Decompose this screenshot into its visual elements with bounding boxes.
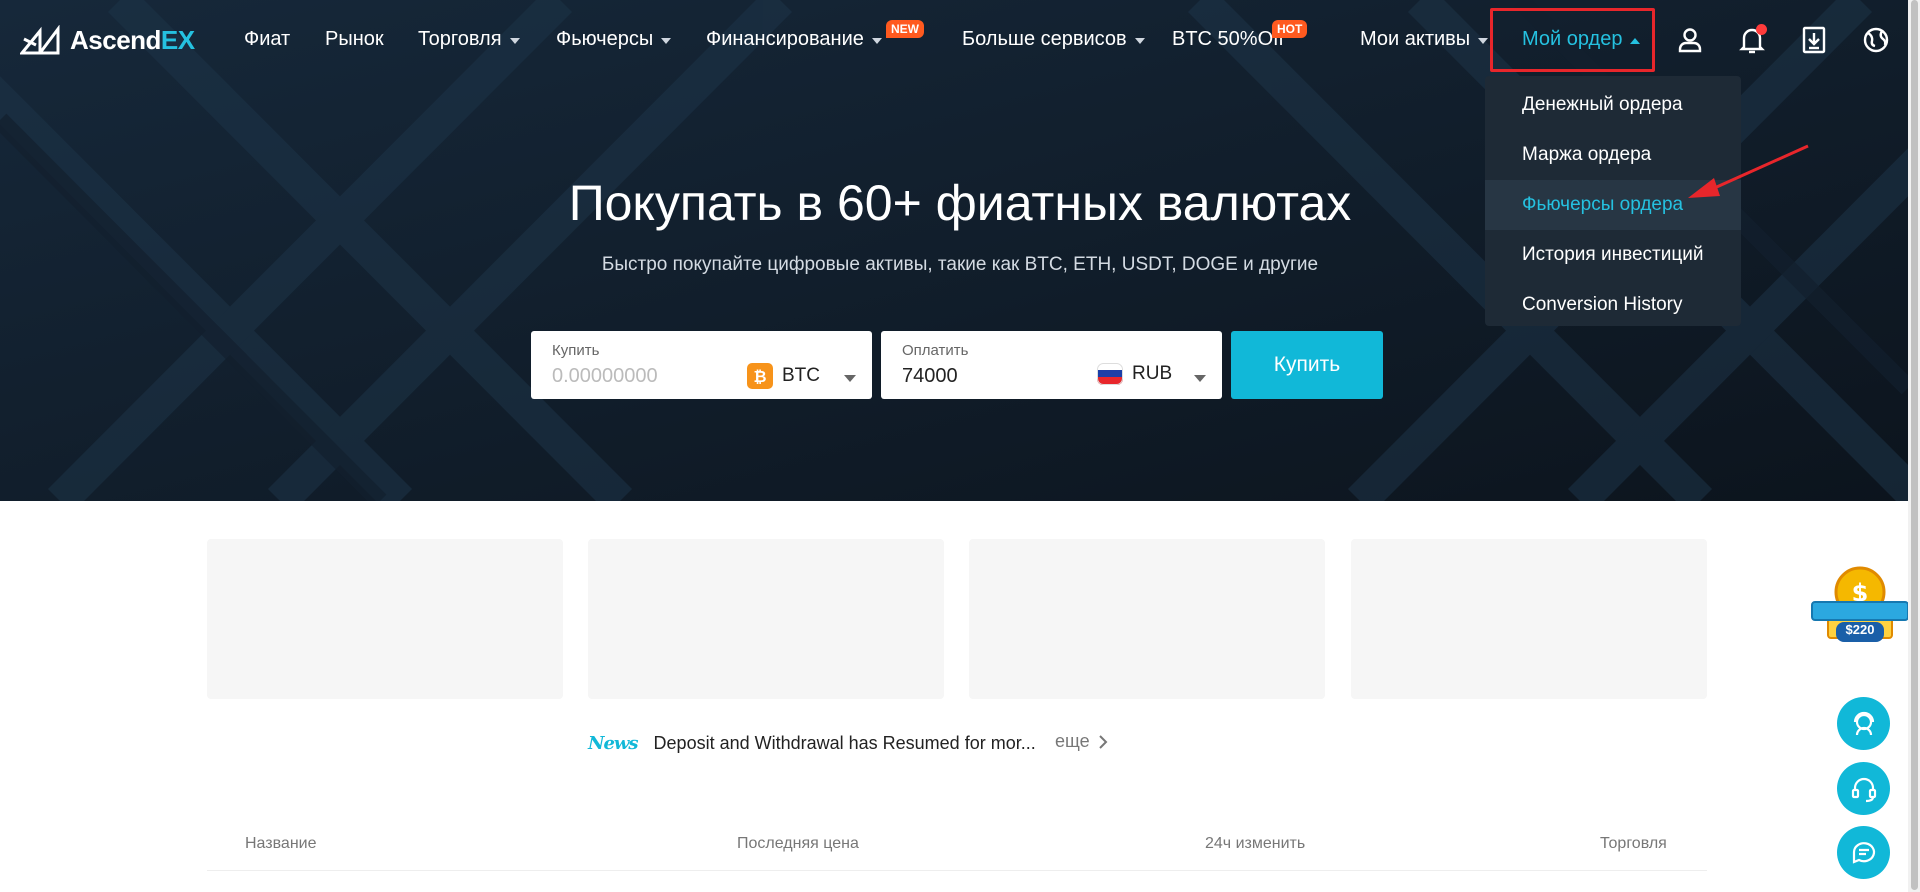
buy-button[interactable]: Купить <box>1231 331 1383 399</box>
nav-my-assets[interactable]: Мои активы <box>1360 28 1489 51</box>
buy-amount-input[interactable]: 0.00000000 <box>552 365 658 388</box>
hero-title: Покупать в 60+ фиатных валютах <box>568 175 1352 231</box>
nav-btc-promo[interactable]: BTC 50%Off HOT <box>1172 20 1308 51</box>
promo-card[interactable] <box>969 539 1325 699</box>
nav-futures[interactable]: Фьючерсы <box>556 28 672 51</box>
news-more-link[interactable]: еще <box>1055 731 1110 752</box>
menu-item-spot-orders[interactable]: Денежный ордера <box>1485 80 1741 130</box>
column-header-trade: Торговля <box>1600 835 1667 852</box>
chevron-down-icon <box>509 37 520 44</box>
russia-flag-icon <box>1097 363 1123 385</box>
column-header-last-price[interactable]: Последняя цена <box>737 835 859 853</box>
globe-icon[interactable] <box>1860 24 1892 56</box>
column-header-name[interactable]: Название <box>245 835 317 853</box>
headset-icon <box>1851 777 1876 802</box>
menu-item-conversion-history[interactable]: Conversion History <box>1485 280 1741 330</box>
promo-card[interactable] <box>1351 539 1707 699</box>
page-scrollbar-thumb[interactable] <box>1911 0 1918 890</box>
pay-amount-input[interactable]: 74000 <box>902 365 958 388</box>
nav-trading[interactable]: Торговля <box>418 28 520 51</box>
bitcoin-icon: ₿ <box>747 363 773 389</box>
pay-amount-field[interactable]: Оплатить 74000 RUB <box>881 331 1222 399</box>
ascendex-logo-icon <box>20 25 60 55</box>
svg-text:₿: ₿ <box>753 367 766 386</box>
chevron-down-icon[interactable] <box>1194 375 1206 382</box>
top-navigation: AscendEX Фиат Рынок Торговля Фьючерсы Фи… <box>0 0 1908 80</box>
notification-dot <box>1756 24 1767 35</box>
agent-icon <box>1853 711 1874 735</box>
new-badge: NEW <box>886 20 924 38</box>
hot-badge: HOT <box>1272 20 1308 38</box>
customer-support-button[interactable] <box>1837 697 1890 750</box>
promo-card[interactable] <box>588 539 944 699</box>
chevron-up-icon <box>1630 37 1641 44</box>
brand-name: AscendEX <box>70 24 195 55</box>
brand-logo[interactable]: AscendEX <box>20 22 195 58</box>
buy-currency-code: BTC <box>782 365 820 386</box>
reward-promo-widget[interactable]: $ $220 <box>1808 562 1912 644</box>
bell-icon[interactable] <box>1736 24 1768 56</box>
chevron-down-icon <box>871 37 882 44</box>
reward-amount: $220 <box>1845 622 1875 637</box>
download-icon[interactable] <box>1798 24 1830 56</box>
chevron-down-icon[interactable] <box>844 375 856 382</box>
chevron-down-icon <box>661 37 672 44</box>
promo-card[interactable] <box>207 539 563 699</box>
pay-currency-code: RUB <box>1132 363 1173 384</box>
chevron-right-icon <box>1098 734 1108 749</box>
chat-bubble-icon <box>1852 841 1875 864</box>
help-center-button[interactable] <box>1837 762 1890 815</box>
buy-label: Купить <box>552 342 600 359</box>
buy-amount-field[interactable]: Купить 0.00000000 ₿ BTC <box>531 331 872 399</box>
hero-subtitle: Быстро покупайте цифровые активы, такие … <box>601 254 1319 275</box>
news-tag: News <box>588 732 639 754</box>
user-icon[interactable] <box>1674 24 1706 56</box>
news-headline[interactable]: Deposit and Withdrawal has Resumed for m… <box>654 733 1036 754</box>
buy-currency-select[interactable]: ₿ BTC <box>747 363 820 389</box>
pay-label: Оплатить <box>902 342 969 359</box>
chat-button[interactable] <box>1837 826 1890 879</box>
table-divider <box>207 870 1707 871</box>
nav-market[interactable]: Рынок <box>325 28 384 51</box>
pay-currency-select[interactable]: RUB <box>1097 363 1172 385</box>
chevron-down-icon <box>1478 37 1489 44</box>
nav-fiat[interactable]: Фиат <box>244 28 290 51</box>
chevron-down-icon <box>1134 37 1145 44</box>
news-ticker[interactable]: News Deposit and Withdrawal has Resumed … <box>588 730 1036 756</box>
nav-financing[interactable]: Финансирование NEW <box>706 20 924 51</box>
column-header-change[interactable]: 24ч изменить <box>1205 835 1305 853</box>
nav-more-services[interactable]: Больше сервисов <box>962 28 1145 51</box>
nav-my-order[interactable]: Мой ордер <box>1522 28 1641 51</box>
